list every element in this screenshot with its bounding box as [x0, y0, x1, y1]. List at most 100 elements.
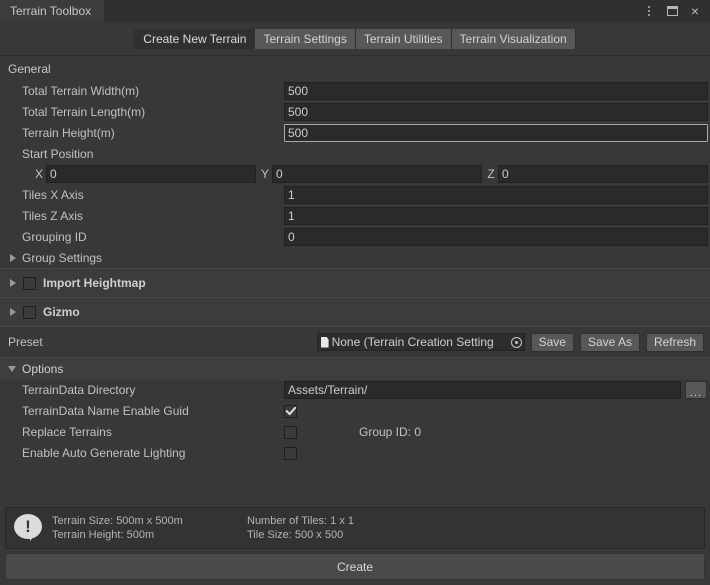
- option-label: Replace Terrains: [22, 425, 284, 439]
- toolbar-tabstrip: Create New Terrain Terrain Settings Terr…: [134, 29, 575, 49]
- field-label: Tiles Z Axis: [22, 209, 284, 223]
- preset-row: Preset None (Terrain Creation Setting Sa…: [0, 327, 710, 357]
- helpbox-column-left: Terrain Size: 500m x 500m Terrain Height…: [52, 515, 247, 541]
- axis-label-y: Y: [258, 167, 272, 181]
- axis-label-z: Z: [484, 167, 498, 181]
- start-position-x-input[interactable]: 0: [46, 165, 256, 183]
- foldout-group-settings[interactable]: Group Settings: [0, 248, 710, 268]
- helpbox-column-right: Number of Tiles: 1 x 1 Tile Size: 500 x …: [247, 515, 354, 541]
- start-position-z-input[interactable]: 0: [498, 165, 708, 183]
- terrain-height-input[interactable]: 500: [284, 124, 708, 142]
- terraindata-directory-input[interactable]: Assets/Terrain/: [284, 381, 681, 399]
- gizmo-checkbox[interactable]: [23, 306, 36, 319]
- total-terrain-width-input[interactable]: 500: [284, 82, 708, 100]
- enable-auto-generate-lighting-checkbox[interactable]: [284, 447, 297, 460]
- start-position-y-input[interactable]: 0: [272, 165, 482, 183]
- preset-refresh-button[interactable]: Refresh: [646, 333, 704, 352]
- panel-content: General Total Terrain Width(m) 500 Total…: [0, 56, 710, 585]
- field-label: Total Terrain Length(m): [22, 105, 284, 119]
- group-import-heightmap[interactable]: Import Heightmap: [0, 269, 710, 297]
- field-row-terrain-height: Terrain Height(m) 500: [0, 123, 710, 143]
- tab-label: Create New Terrain: [143, 32, 246, 46]
- field-row-tiles-x-axis: Tiles X Axis 1: [0, 185, 710, 205]
- helpbox-tile-size: Tile Size: 500 x 500: [247, 529, 354, 541]
- maximize-button[interactable]: [665, 4, 679, 18]
- overflow-menu-button[interactable]: [642, 4, 656, 18]
- grouping-id-input[interactable]: 0: [284, 228, 708, 246]
- info-exclamation-icon: !: [14, 514, 42, 542]
- start-position-y: Y 0: [258, 165, 484, 183]
- tab-create-new-terrain[interactable]: Create New Terrain: [134, 29, 255, 49]
- chevron-right-icon: [10, 254, 16, 262]
- info-helpbox: ! Terrain Size: 500m x 500m Terrain Heig…: [5, 507, 705, 549]
- create-button[interactable]: Create: [5, 553, 705, 580]
- object-picker-icon[interactable]: [511, 337, 522, 348]
- window-controls: ×: [642, 0, 710, 22]
- foldout-label: Group Settings: [22, 251, 102, 265]
- preset-save-button[interactable]: Save: [531, 333, 574, 352]
- option-label: Enable Auto Generate Lighting: [22, 446, 284, 460]
- general-section-header: General: [0, 56, 710, 81]
- content-spacer: [0, 464, 710, 503]
- window-tab-label: Terrain Toolbox: [10, 4, 91, 18]
- field-row-total-terrain-width: Total Terrain Width(m) 500: [0, 81, 710, 101]
- chevron-right-icon: [10, 279, 16, 287]
- start-position-vector-row: X 0 Y 0 Z 0: [0, 164, 710, 184]
- field-label: Tiles X Axis: [22, 188, 284, 202]
- field-label: Grouping ID: [22, 230, 284, 244]
- import-heightmap-checkbox[interactable]: [23, 277, 36, 290]
- total-terrain-length-input[interactable]: 500: [284, 103, 708, 121]
- close-icon: ×: [691, 4, 699, 18]
- option-row-terraindata-directory: TerrainData Directory Assets/Terrain/ ..…: [0, 380, 710, 400]
- helpbox-columns: Terrain Size: 500m x 500m Terrain Height…: [52, 515, 696, 541]
- tab-label: Terrain Visualization: [460, 32, 567, 46]
- start-position-z: Z 0: [484, 165, 710, 183]
- option-label: TerrainData Name Enable Guid: [22, 404, 284, 418]
- helpbox-terrain-size: Terrain Size: 500m x 500m: [52, 515, 247, 527]
- tiles-z-axis-input[interactable]: 1: [284, 207, 708, 225]
- option-row-enable-auto-generate-lighting: Enable Auto Generate Lighting: [0, 443, 710, 463]
- terrain-toolbox-window: Terrain Toolbox × Create New Terrain Ter…: [0, 0, 710, 585]
- tab-terrain-visualization[interactable]: Terrain Visualization: [452, 29, 576, 49]
- tab-label: Terrain Settings: [263, 32, 346, 46]
- replace-terrains-checkbox[interactable]: [284, 426, 297, 439]
- helpbox-terrain-height: Terrain Height: 500m: [52, 529, 247, 541]
- axis-label-x: X: [32, 167, 46, 181]
- preset-save-as-button[interactable]: Save As: [580, 333, 640, 352]
- chevron-down-icon: [8, 366, 16, 372]
- preset-object-field[interactable]: None (Terrain Creation Setting: [317, 333, 525, 351]
- foldout-options[interactable]: Options: [0, 358, 710, 380]
- tab-terrain-utilities[interactable]: Terrain Utilities: [356, 29, 452, 49]
- start-position-x: X 0: [32, 165, 258, 183]
- preset-label: Preset: [8, 335, 43, 349]
- field-row-total-terrain-length: Total Terrain Length(m) 500: [0, 102, 710, 122]
- field-label: Terrain Height(m): [22, 126, 284, 140]
- option-row-replace-terrains: Replace Terrains Group ID: 0: [0, 422, 710, 442]
- option-label: TerrainData Directory: [22, 383, 284, 397]
- field-row-grouping-id: Grouping ID 0: [0, 227, 710, 247]
- group-label: Import Heightmap: [43, 276, 146, 290]
- options-label: Options: [22, 362, 63, 376]
- window-tab-terrain-toolbox[interactable]: Terrain Toolbox: [0, 0, 104, 22]
- group-gizmo[interactable]: Gizmo: [0, 298, 710, 326]
- tab-terrain-settings[interactable]: Terrain Settings: [255, 29, 355, 49]
- group-label: Gizmo: [43, 305, 80, 319]
- field-row-tiles-z-axis: Tiles Z Axis 1: [0, 206, 710, 226]
- chevron-right-icon: [10, 308, 16, 316]
- helpbox-number-of-tiles: Number of Tiles: 1 x 1: [247, 515, 354, 527]
- window-titlebar: Terrain Toolbox ×: [0, 0, 710, 22]
- toolbar-tabstrip-container: Create New Terrain Terrain Settings Terr…: [0, 22, 710, 55]
- browse-directory-button[interactable]: ...: [685, 381, 707, 399]
- close-button[interactable]: ×: [688, 4, 702, 18]
- vertical-dots-icon: [648, 6, 650, 16]
- terraindata-name-enable-guid-checkbox[interactable]: [284, 405, 297, 418]
- start-position-label: Start Position: [0, 144, 710, 164]
- group-id-readout: Group ID: 0: [359, 425, 421, 439]
- document-icon: [321, 337, 329, 348]
- preset-object-value: None (Terrain Creation Setting: [332, 335, 508, 349]
- field-label: Total Terrain Width(m): [22, 84, 284, 98]
- option-row-terraindata-name-enable-guid: TerrainData Name Enable Guid: [0, 401, 710, 421]
- tab-label: Terrain Utilities: [364, 32, 443, 46]
- maximize-icon: [667, 6, 678, 16]
- tiles-x-axis-input[interactable]: 1: [284, 186, 708, 204]
